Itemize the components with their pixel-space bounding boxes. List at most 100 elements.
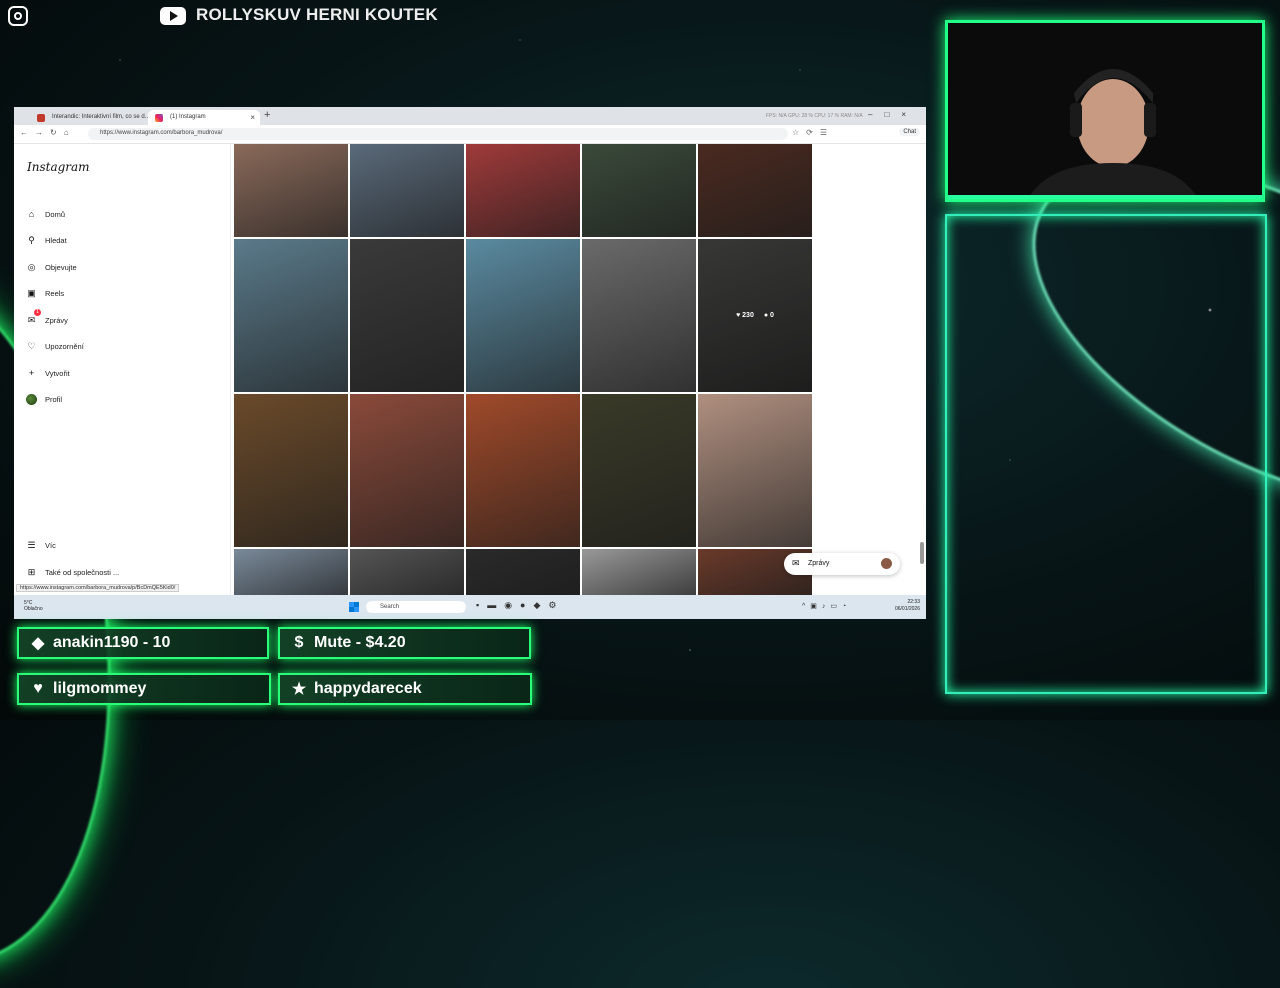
new-tab-button[interactable]: + (264, 109, 270, 121)
nav-buttons[interactable]: ←→↻⌂ (20, 128, 76, 137)
channel-title: ROLLYSKUV HERNI KOUTEK (196, 5, 438, 24)
alert-top-donation: $ Mute - $4.20 (278, 627, 531, 659)
alert-latest-subscriber: ★ happydarecek (278, 673, 532, 705)
post-thumbnail[interactable] (698, 394, 812, 547)
post-hover-stats: ♥ 230 ● 0 (698, 239, 812, 392)
post-thumbnail[interactable] (698, 144, 812, 237)
url-field[interactable]: https://www.instagram.com/barbora_mudrov… (88, 128, 788, 140)
taskbar-search[interactable]: Search (366, 601, 466, 613)
tab-instagram[interactable]: (1) Instagram × (148, 110, 260, 125)
instagram-logo[interactable]: Instagram (27, 160, 90, 174)
scrollbar[interactable] (920, 542, 924, 564)
messenger-icon: ✉ (792, 558, 800, 568)
reels-icon: ▣ (27, 287, 36, 298)
post-grid: ♥ 230 ● 0 (234, 144, 814, 595)
post-thumbnail[interactable] (350, 394, 464, 547)
sidebar-item-label: Hledat (45, 235, 67, 245)
diamond-icon: ◆ (31, 635, 45, 652)
sidebar-item-label: Také od společnosti ... (45, 567, 120, 577)
post-thumbnail[interactable] (466, 239, 580, 392)
avatar (881, 558, 892, 569)
tab-label: (1) Instagram (170, 114, 206, 120)
alert-top-bits: ◆ anakin1190 - 10 (17, 627, 269, 659)
stream-header: ROLLYSKUV HERNI KOUTEK (0, 0, 940, 34)
sidebar-item-label: Reels (45, 288, 65, 298)
post-thumbnail[interactable] (350, 549, 464, 595)
post-thumbnail[interactable] (466, 549, 580, 595)
sidebar-item-label: Víc (45, 540, 56, 550)
sidebar-item-0[interactable]: ⌂ Domů (26, 206, 65, 222)
sidebar-item-4[interactable]: 1 ✉ Zprávy (26, 309, 68, 328)
meta-icon: ⊞ (27, 566, 36, 577)
post-thumbnail[interactable] (582, 144, 696, 237)
sidebar-item-1[interactable]: ⚲ Hledat (26, 232, 67, 248)
post-thumbnail[interactable] (234, 549, 348, 595)
avatar (26, 393, 37, 405)
post-thumbnail[interactable] (466, 394, 580, 547)
sidebar-item-3[interactable]: ▣ Reels (26, 285, 64, 301)
status-url: https://www.instagram.com/barbora_mudrov… (16, 584, 180, 592)
system-tray-icons[interactable]: ^▣♪▭◔ (802, 602, 851, 610)
home-icon: ⌂ (28, 209, 35, 219)
messages-button[interactable]: ✉ Zprávy (784, 553, 900, 575)
sidebar-item-label: Vytvořit (45, 368, 70, 378)
webcam-feed (945, 20, 1265, 202)
weather-widget[interactable]: 5°C Oblačno (24, 600, 43, 612)
sidebar-item-label: Domů (45, 209, 66, 219)
post-thumbnail[interactable] (350, 144, 464, 237)
post-thumbnail[interactable] (234, 239, 348, 392)
start-button[interactable] (349, 602, 359, 612)
sidebar-item-more[interactable]: ☰ Víc (26, 537, 56, 553)
streamer-silhouette (948, 23, 1262, 199)
post-thumbnail[interactable] (234, 394, 348, 547)
clock-time: 22:33 (907, 599, 920, 605)
tab-label: Interandic: Interaktivní film, co se d..… (52, 114, 150, 120)
post-thumbnail[interactable] (582, 394, 696, 547)
alert-text: happydarecek (314, 680, 422, 697)
sidebar-item-6[interactable]: + Vytvořit (26, 365, 70, 381)
clock[interactable]: 22:33 06/01/2026 (895, 599, 920, 613)
post-thumbnail[interactable] (582, 549, 696, 595)
heart-icon: ♥ (33, 680, 43, 697)
post-thumbnail[interactable] (350, 239, 464, 392)
instagram-sidebar: Instagram ⌂ Domů ⚲ Hledat ◎ Objevujte ▣ Reels 1 ✉… (14, 144, 231, 595)
compass-icon: ◎ (27, 261, 36, 272)
post-thumbnail[interactable]: ♥ 230 ● 0 (698, 239, 812, 392)
interandic-favicon-icon (37, 114, 45, 122)
windows-taskbar: 5°C Oblačno Search ▪▬◉●◆⚙ ^▣♪▭◔ 22:33 06… (14, 595, 926, 619)
like-count: ♥ 230 (736, 312, 754, 319)
tab-interandic[interactable]: Interandic: Interaktivní film, co se d..… (30, 110, 158, 125)
alert-text: Mute - $4.20 (314, 634, 406, 651)
sidebar-item-7[interactable]: Profil (26, 391, 62, 407)
alert-text: lilgmommey (53, 680, 147, 697)
address-bar: ←→↻⌂ https://www.instagram.com/barbora_m… (14, 125, 926, 144)
alert-latest-follower: ♥ lilgmommey (17, 673, 271, 705)
post-thumbnail[interactable] (234, 144, 348, 237)
copilot-chat-button[interactable]: Chat (899, 128, 920, 136)
youtube-icon (160, 7, 186, 25)
url-text: https://www.instagram.com/barbora_mudrov… (100, 130, 223, 136)
weather-desc: Oblačno (24, 606, 43, 612)
post-thumbnail[interactable] (466, 144, 580, 237)
plus-icon: + (28, 368, 35, 378)
sidebar-item-meta[interactable]: ⊞ Také od společnosti ... (26, 564, 120, 580)
system-stats: FPS: N/A GPU: 28 % CPU: 17 % RAM: N/A (766, 113, 863, 119)
menu-icon: ☰ (27, 539, 36, 550)
window-controls[interactable]: –□× (868, 110, 918, 119)
sidebar-item-label: Profil (45, 394, 63, 404)
pinned-apps[interactable]: ▪▬◉●◆⚙ (476, 600, 564, 611)
messages-label: Zprávy (808, 560, 830, 567)
comment-count: ● 0 (763, 312, 774, 319)
avatar (26, 393, 37, 405)
browser-window: Interandic: Interaktivní film, co se d..… (14, 107, 926, 619)
instagram-favicon-icon (155, 114, 163, 122)
sidebar-item-2[interactable]: ◎ Objevujte (26, 259, 77, 275)
post-thumbnail[interactable] (582, 239, 696, 392)
search-placeholder: Search (380, 604, 400, 610)
alert-text: anakin1190 - 10 (53, 634, 171, 651)
close-icon[interactable]: × (250, 110, 255, 125)
toolbar-icons[interactable]: ☆⟳☰ (792, 128, 834, 137)
sidebar-item-5[interactable]: ♡ Upozornění (26, 338, 83, 354)
search-icon: ⚲ (28, 234, 35, 245)
dollar-icon: $ (294, 634, 304, 651)
